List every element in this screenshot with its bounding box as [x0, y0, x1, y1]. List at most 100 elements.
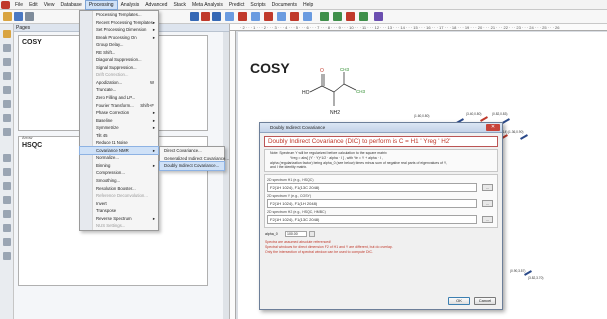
- menu-help[interactable]: Help: [300, 0, 316, 10]
- menu-item-compression[interactable]: Compression...: [80, 169, 158, 177]
- ok-button[interactable]: OK: [448, 297, 470, 305]
- menu-scripts[interactable]: Scripts: [247, 0, 268, 10]
- browse-h2-button[interactable]: ...: [482, 216, 493, 224]
- menu-item-reverse-spectrum[interactable]: Reverse Spectrum ▸: [80, 215, 158, 223]
- spectrum-h1-field[interactable]: F2(1H 1024), F1(13C 2048): [267, 183, 477, 193]
- alpha-spinner[interactable]: [309, 231, 315, 238]
- menu-item-zero-filling-and-lp[interactable]: Zero Filling and LP...: [80, 94, 158, 102]
- cursor-tool-icon[interactable]: [3, 224, 11, 232]
- molecule-tool-icon[interactable]: [3, 100, 11, 108]
- menu-predict[interactable]: Predict: [226, 0, 248, 10]
- pages-scrollbar[interactable]: [223, 32, 229, 319]
- line-tool-icon[interactable]: [3, 72, 11, 80]
- image-tool-icon[interactable]: [3, 128, 11, 136]
- spectrum-view-icon[interactable]: [190, 12, 199, 21]
- text-tool-icon[interactable]: [3, 58, 11, 66]
- table-tool-icon[interactable]: [3, 114, 11, 122]
- layout-icon[interactable]: [320, 12, 329, 21]
- left-tool-strip: [0, 24, 14, 319]
- arrow-tool-icon[interactable]: [3, 86, 11, 94]
- menu-item-normalize[interactable]: Normalize...: [80, 154, 158, 162]
- menu-advanced[interactable]: Advanced: [142, 0, 170, 10]
- menu-item-re-shift[interactable]: RE Shift...: [80, 49, 158, 57]
- menu-item-break-processing-on[interactable]: Break Processing On ▸: [80, 34, 158, 42]
- zoom-in-icon[interactable]: [251, 12, 260, 21]
- settings-tool-icon[interactable]: [3, 252, 11, 260]
- menu-stack[interactable]: Stack: [170, 0, 189, 10]
- menu-item-apodization[interactable]: Apodization... W: [80, 79, 158, 87]
- menu-item-signal-suppression[interactable]: Signal Suppression...: [80, 64, 158, 72]
- peak-tool-icon[interactable]: [3, 196, 11, 204]
- alpha-input[interactable]: 100.00: [285, 231, 307, 238]
- cross-peak[interactable]: [502, 118, 510, 124]
- close-button[interactable]: ✕: [486, 124, 500, 131]
- label-ch3-right: CH3: [356, 89, 365, 94]
- note-line: and I the identity matrix.: [270, 165, 308, 170]
- browse-y-button[interactable]: ...: [482, 200, 493, 208]
- menu-item-doubly-indirect-covariance[interactable]: Doubly Indirect Covariance...: [159, 161, 225, 171]
- dialog-titlebar[interactable]: Doubly Indirect Covariance ✕: [260, 123, 502, 133]
- open-icon[interactable]: [3, 12, 12, 21]
- fit-icon[interactable]: [277, 12, 286, 21]
- peak-pick-icon[interactable]: [225, 12, 234, 21]
- stack-icon[interactable]: [346, 12, 355, 21]
- peak-label: (3.82,3.70): [528, 276, 544, 280]
- doubly-indirect-covariance-dialog: Doubly Indirect Covariance ✕ Doubly Indi…: [259, 122, 503, 310]
- menu-item-baseline[interactable]: Baseline ▸: [80, 117, 158, 125]
- menu-item-reduce-t1-noise[interactable]: Reduce t1 Noise: [80, 139, 158, 147]
- overlay-icon[interactable]: [359, 12, 368, 21]
- grid-icon[interactable]: [333, 12, 342, 21]
- menu-analysis[interactable]: Analysis: [118, 0, 143, 10]
- menu-item-symmetrize[interactable]: Symmetrize ▸: [80, 124, 158, 132]
- zoom-tool-icon[interactable]: [3, 154, 11, 162]
- print-icon[interactable]: [25, 12, 34, 21]
- save-icon[interactable]: [14, 12, 23, 21]
- cancel-button[interactable]: Cancel: [474, 297, 496, 305]
- integrate-icon[interactable]: [212, 12, 221, 21]
- cross-peak[interactable]: [520, 134, 528, 140]
- chevron-right-icon: ▸: [152, 117, 155, 123]
- menu-item-truncate[interactable]: Truncate...: [80, 86, 158, 94]
- spectrum-y-field[interactable]: F2(1H 1024), F1(1H 2048): [267, 199, 477, 209]
- menu-documents[interactable]: Documents: [269, 0, 300, 10]
- menu-database[interactable]: Database: [57, 0, 84, 10]
- browse-h1-button[interactable]: ...: [482, 184, 493, 192]
- phase-icon[interactable]: [201, 12, 210, 21]
- menu-item-recent-processing-templates[interactable]: Recent Processing Templates ▸: [80, 19, 158, 27]
- annotation-tool-icon[interactable]: [3, 238, 11, 246]
- menu-item-binning[interactable]: Binning ▸: [80, 162, 158, 170]
- integral-tool-icon[interactable]: [3, 182, 11, 190]
- zoom-out-icon[interactable]: [264, 12, 273, 21]
- menu-item-fourier-transform[interactable]: Fourier Transform... Shift+F: [80, 102, 158, 110]
- menu-item-diagonal-suppression[interactable]: Diagonal Suppression...: [80, 56, 158, 64]
- menu-item-label: Truncate...: [96, 87, 117, 93]
- measure-tool-icon[interactable]: [3, 210, 11, 218]
- menu-file[interactable]: File: [12, 0, 26, 10]
- multiplet-icon[interactable]: [238, 12, 247, 21]
- menu-edit[interactable]: Edit: [26, 0, 41, 10]
- menu-item-generalized-indirect-covariance[interactable]: Generalized Indirect Covariance...: [160, 155, 229, 163]
- menu-processing[interactable]: Processing: [84, 0, 118, 10]
- menu-item-covariance-nmr[interactable]: Covariance NMR ▸: [79, 145, 159, 156]
- menu-meta-analysis[interactable]: Meta Analysis: [189, 0, 226, 10]
- menu-item-phase-correction[interactable]: Phase Correction ▸: [80, 109, 158, 117]
- crosshair-icon[interactable]: [374, 12, 383, 21]
- menu-item-resolution-booster[interactable]: Resolution Booster...: [80, 185, 158, 193]
- cross-peak[interactable]: [480, 116, 488, 122]
- menu-item-transpose[interactable]: Transpose: [80, 207, 158, 215]
- menu-item-tilt-45[interactable]: Tilt 45: [80, 132, 158, 140]
- menu-item-invert[interactable]: Invert: [80, 200, 158, 208]
- peak-label: (1.36,0.90): [508, 130, 524, 134]
- cut-icon[interactable]: [290, 12, 299, 21]
- menu-item-smoothing[interactable]: Smoothing...: [80, 177, 158, 185]
- select-tool-icon[interactable]: [3, 44, 11, 52]
- baseline-icon[interactable]: [303, 12, 312, 21]
- menu-item-direct-covariance[interactable]: Direct Covariance...: [160, 147, 224, 155]
- pages-tool-icon[interactable]: [3, 30, 11, 38]
- menu-item-set-processing-dimension[interactable]: Set Processing Dimension ▸: [80, 26, 158, 34]
- pan-tool-icon[interactable]: [3, 168, 11, 176]
- spectrum-h2-field[interactable]: F2(1H 1024), F1(13C 2048): [267, 215, 477, 225]
- menu-view[interactable]: View: [41, 0, 58, 10]
- menu-item-group-delay[interactable]: Group Delay...: [80, 41, 158, 49]
- menu-item-processing-templates[interactable]: Processing Templates...: [80, 11, 158, 19]
